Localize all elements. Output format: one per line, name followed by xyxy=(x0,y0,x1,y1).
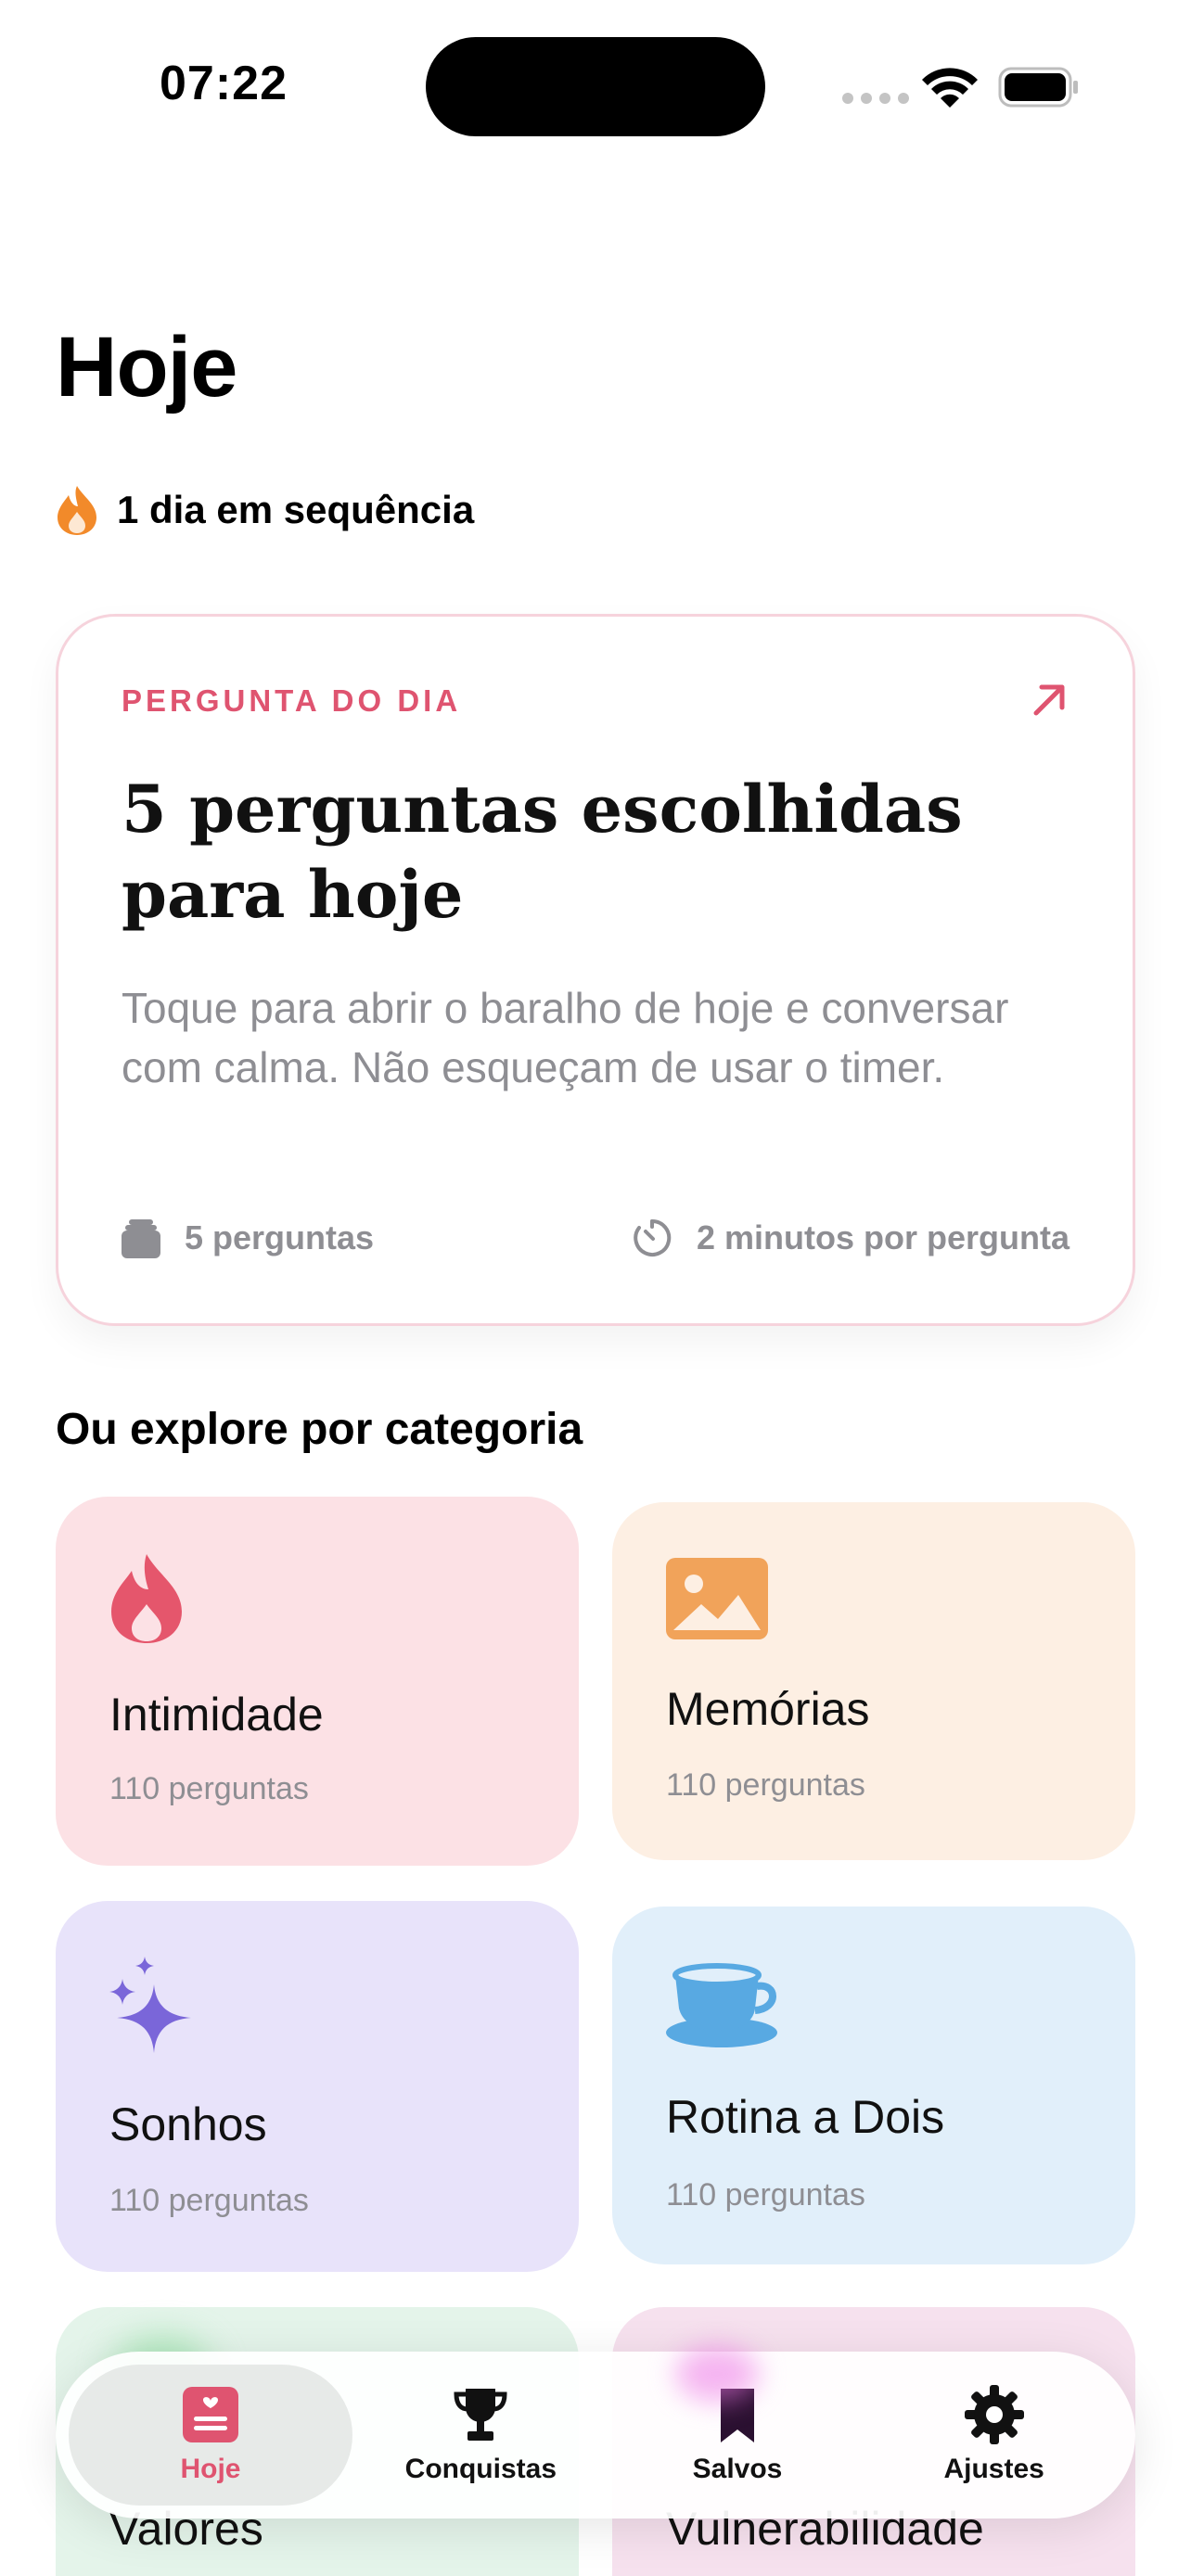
flame-icon xyxy=(58,486,96,535)
tab-label: Hoje xyxy=(180,2454,241,2484)
daily-title: 5 perguntas escolhidas para hoje xyxy=(122,771,963,933)
category-count: 110 perguntas xyxy=(109,2183,309,2218)
tab-bar: Hoje Conquistas Salvos Ajustes xyxy=(56,2352,1135,2519)
flame-icon xyxy=(111,1554,182,1643)
timer-info: 2 minutos por pergunta xyxy=(632,1218,1069,1258)
cup-icon xyxy=(666,1963,777,2047)
tab-glow xyxy=(675,2346,759,2402)
tab-label: Salvos xyxy=(692,2454,783,2484)
tab-conquistas[interactable]: Conquistas xyxy=(352,2365,609,2506)
category-card-intimidade[interactable]: Intimidade 110 perguntas xyxy=(56,1497,579,1866)
category-name: Intimidade xyxy=(109,1689,324,1741)
battery-icon xyxy=(998,67,1078,108)
category-count: 110 perguntas xyxy=(666,2177,865,2213)
category-card-rotina-a-dois[interactable]: Rotina a Dois 110 perguntas xyxy=(612,1906,1135,2264)
today-card-icon xyxy=(183,2387,238,2442)
cellular-signal-icon xyxy=(842,93,909,104)
gear-icon xyxy=(964,2385,1024,2444)
tab-hoje[interactable]: Hoje xyxy=(69,2365,352,2506)
page-title: Hoje xyxy=(56,320,237,414)
streak-text: 1 dia em sequência xyxy=(117,488,475,531)
question-count-text: 5 perguntas xyxy=(185,1218,375,1256)
category-name: Rotina a Dois xyxy=(666,2091,945,2143)
tab-ajustes[interactable]: Ajustes xyxy=(865,2365,1122,2506)
tab-label: Ajustes xyxy=(943,2454,1044,2484)
dynamic-island xyxy=(426,37,765,136)
arrow-up-right-icon xyxy=(1033,684,1065,716)
daily-meta: 5 perguntas 2 minutos por pergunta xyxy=(122,1218,1069,1258)
section-title: Ou explore por categoria xyxy=(56,1405,583,1454)
category-name: Sonhos xyxy=(109,2098,267,2150)
daily-question-card[interactable]: PERGUNTA DO DIA 5 perguntas escolhidas p… xyxy=(56,614,1135,1326)
timer-text: 2 minutos por pergunta xyxy=(696,1218,1069,1256)
tab-label: Conquistas xyxy=(404,2454,557,2484)
card-stack-icon xyxy=(122,1219,160,1258)
category-name: Memórias xyxy=(666,1683,870,1735)
sparkles-icon xyxy=(109,1957,191,2053)
status-time: 07:22 xyxy=(160,57,288,110)
trophy-icon xyxy=(454,2389,507,2441)
timer-icon xyxy=(634,1218,672,1256)
category-card-memorias[interactable]: Memórias 110 perguntas xyxy=(612,1502,1135,1860)
question-count: 5 perguntas xyxy=(122,1218,374,1258)
wifi-icon xyxy=(922,68,978,108)
daily-eyebrow: PERGUNTA DO DIA xyxy=(122,683,462,718)
category-card-sonhos[interactable]: Sonhos 110 perguntas xyxy=(56,1901,579,2272)
daily-description: Toque para abrir o baralho de hoje e con… xyxy=(122,984,1009,1091)
category-count: 110 perguntas xyxy=(666,1767,865,1803)
streak-indicator: 1 dia em sequência xyxy=(56,484,474,536)
category-count: 110 perguntas xyxy=(109,1771,309,1806)
status-bar: 07:22 xyxy=(0,0,1191,176)
photo-icon xyxy=(666,1558,768,1639)
